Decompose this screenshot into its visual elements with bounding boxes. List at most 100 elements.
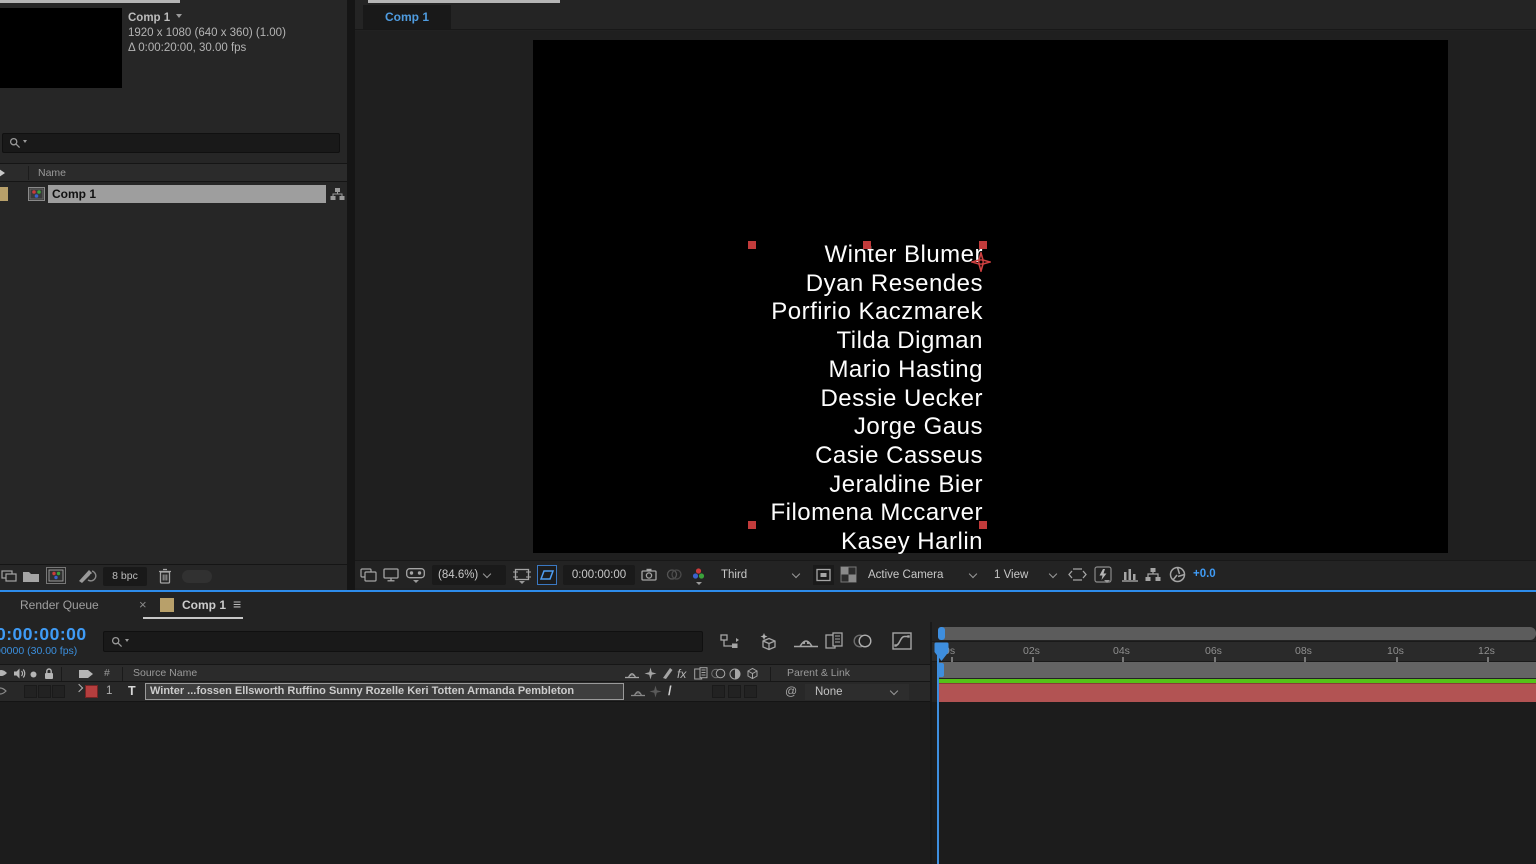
- pixel-aspect-correction-icon[interactable]: [1068, 568, 1087, 581]
- parent-link-column-header[interactable]: Parent & Link: [787, 665, 850, 682]
- magnification-dropdown[interactable]: (84.6%): [432, 565, 506, 585]
- bit-depth-button[interactable]: 8 bpc: [103, 567, 147, 586]
- selection-handle[interactable]: [979, 241, 987, 249]
- selection-handle[interactable]: [748, 241, 756, 249]
- always-preview-icon[interactable]: [360, 568, 377, 582]
- layer-shy-icon[interactable]: [631, 686, 645, 698]
- timeline-button-icon[interactable]: [1121, 567, 1139, 582]
- timeline-search-input[interactable]: [103, 631, 703, 652]
- frame-blend-toggle-box[interactable]: [728, 685, 741, 698]
- interpret-footage-icon[interactable]: [1, 569, 17, 583]
- flowchart-icon[interactable]: [330, 187, 345, 201]
- composition-panel: Comp 1 Winter Blumer Dyan Resendes Porfi…: [355, 0, 1536, 590]
- panel-drag-strip: [368, 0, 560, 3]
- view-layout-dropdown[interactable]: 1 View: [988, 565, 1062, 585]
- vr-view-icon[interactable]: [406, 568, 425, 581]
- column-name-label[interactable]: Name: [38, 167, 66, 179]
- source-name-column-header[interactable]: Source Name: [133, 665, 197, 682]
- selection-handle[interactable]: [863, 241, 871, 249]
- close-icon[interactable]: ×: [139, 597, 147, 612]
- panel-menu-icon[interactable]: ≡: [233, 596, 241, 612]
- motion-blur-toggle-box[interactable]: [744, 685, 757, 698]
- region-of-interest-icon[interactable]: [813, 565, 834, 585]
- comp-flowchart-icon[interactable]: [1145, 567, 1161, 582]
- index-column-header[interactable]: #: [104, 665, 110, 682]
- layer-label-chip[interactable]: [85, 685, 98, 698]
- playhead-line[interactable]: [937, 644, 939, 864]
- exposure-value[interactable]: +0.0: [1193, 568, 1216, 580]
- render-queue-tab[interactable]: Render Queue: [20, 598, 99, 612]
- channel-rgb-icon[interactable]: [691, 567, 706, 582]
- comp-label-chip[interactable]: [0, 187, 8, 201]
- grid-guides-icon[interactable]: [513, 567, 531, 582]
- composition-tab[interactable]: Comp 1: [363, 5, 451, 29]
- parent-dropdown[interactable]: None: [805, 684, 909, 700]
- selection-handle[interactable]: [979, 521, 987, 529]
- credit-line: Winter Blumer: [770, 241, 983, 270]
- motion-blur-icon[interactable]: [853, 633, 873, 649]
- timeline-zoom-scrollbar[interactable]: [938, 627, 1536, 640]
- mask-visibility-toggle[interactable]: [537, 565, 557, 585]
- work-area-bar[interactable]: [938, 662, 1536, 678]
- fx-toggle-box[interactable]: [712, 685, 725, 698]
- current-timecode[interactable]: 0:00:00:00: [0, 624, 87, 645]
- layer-source-name[interactable]: Winter ...fossen Ellsworth Ruffino Sunny…: [145, 683, 624, 700]
- credits-text-layer[interactable]: Winter Blumer Dyan Resendes Porfirio Kac…: [770, 241, 983, 557]
- anchor-point-icon[interactable]: [971, 252, 991, 272]
- snapshot-camera-icon[interactable]: [641, 568, 657, 581]
- active-tab-underline: [143, 617, 243, 619]
- reset-exposure-icon[interactable]: [1169, 566, 1186, 583]
- credit-line: Casie Casseus: [770, 442, 983, 471]
- layer-expand-chevron[interactable]: [75, 684, 83, 692]
- selection-handle[interactable]: [748, 521, 756, 529]
- layer-row[interactable]: 1 T Winter ...fossen Ellsworth Ruffino S…: [0, 682, 930, 702]
- column-arrow-icon: [0, 167, 11, 179]
- main-viewer-icon[interactable]: [383, 568, 399, 582]
- playhead-marker[interactable]: [933, 642, 950, 662]
- comp-info-title[interactable]: Comp 1: [128, 12, 170, 24]
- time-ruler[interactable]: 0s 02s 04s 06s 08s 10s 12s: [932, 641, 1536, 662]
- project-item-row[interactable]: Comp 1: [0, 185, 347, 203]
- composition-viewer[interactable]: Winter Blumer Dyan Resendes Porfirio Kac…: [355, 31, 1536, 560]
- panel-resize-pill[interactable]: [182, 570, 212, 583]
- render-engine-icon[interactable]: [77, 568, 97, 584]
- layer-video-icon[interactable]: [0, 686, 7, 696]
- trash-icon[interactable]: [158, 568, 172, 584]
- new-folder-icon[interactable]: [22, 569, 40, 583]
- project-search-input[interactable]: [2, 133, 340, 153]
- graph-editor-icon[interactable]: [892, 632, 912, 650]
- draft-3d-icon[interactable]: [757, 632, 778, 651]
- composition-icon: [28, 187, 45, 201]
- hide-shy-layers-icon[interactable]: [794, 634, 818, 650]
- pick-whip-icon[interactable]: @: [785, 684, 797, 698]
- layer-rasterize-icon[interactable]: [649, 685, 662, 698]
- composition-mini-flowchart-icon[interactable]: [720, 634, 740, 650]
- frame-rate-info: 00000 (30.00 fps): [0, 645, 77, 657]
- scrollbar-handle[interactable]: [938, 627, 945, 640]
- show-snapshot-icon[interactable]: [666, 568, 682, 581]
- timeline-columns-header: # Source Name fx: [0, 664, 930, 682]
- frame-blending-icon[interactable]: [825, 632, 844, 650]
- layer-index: 1: [106, 685, 112, 697]
- chevron-down-icon: [969, 569, 977, 577]
- solo-column-icon: [30, 671, 37, 678]
- view-mode-dropdown[interactable]: Active Camera: [862, 565, 982, 585]
- comp-timeline-tab[interactable]: Comp 1: [182, 598, 226, 612]
- transparency-grid-icon[interactable]: [840, 566, 857, 583]
- credit-line: Tilda Digman: [770, 327, 983, 356]
- lock-toggle-box[interactable]: [52, 685, 65, 698]
- fast-previews-icon[interactable]: [1094, 566, 1112, 583]
- chevron-down-icon: [483, 569, 491, 577]
- layer-quality-icon[interactable]: /: [668, 683, 672, 698]
- solo-toggle-box[interactable]: [38, 685, 51, 698]
- ruler-label: 06s: [1205, 645, 1222, 657]
- composition-stage[interactable]: Winter Blumer Dyan Resendes Porfirio Kac…: [533, 40, 1448, 553]
- audio-toggle-box[interactable]: [24, 685, 37, 698]
- credit-line: Dessie Uecker: [770, 385, 983, 414]
- preview-timecode[interactable]: 0:00:00:00: [563, 565, 635, 585]
- project-item-name[interactable]: Comp 1: [48, 185, 326, 203]
- guide-options-dropdown[interactable]: Third: [715, 565, 805, 585]
- new-composition-icon[interactable]: [46, 567, 66, 584]
- layer-duration-bar[interactable]: [938, 683, 1536, 702]
- timeline-empty-area: [0, 702, 1536, 864]
